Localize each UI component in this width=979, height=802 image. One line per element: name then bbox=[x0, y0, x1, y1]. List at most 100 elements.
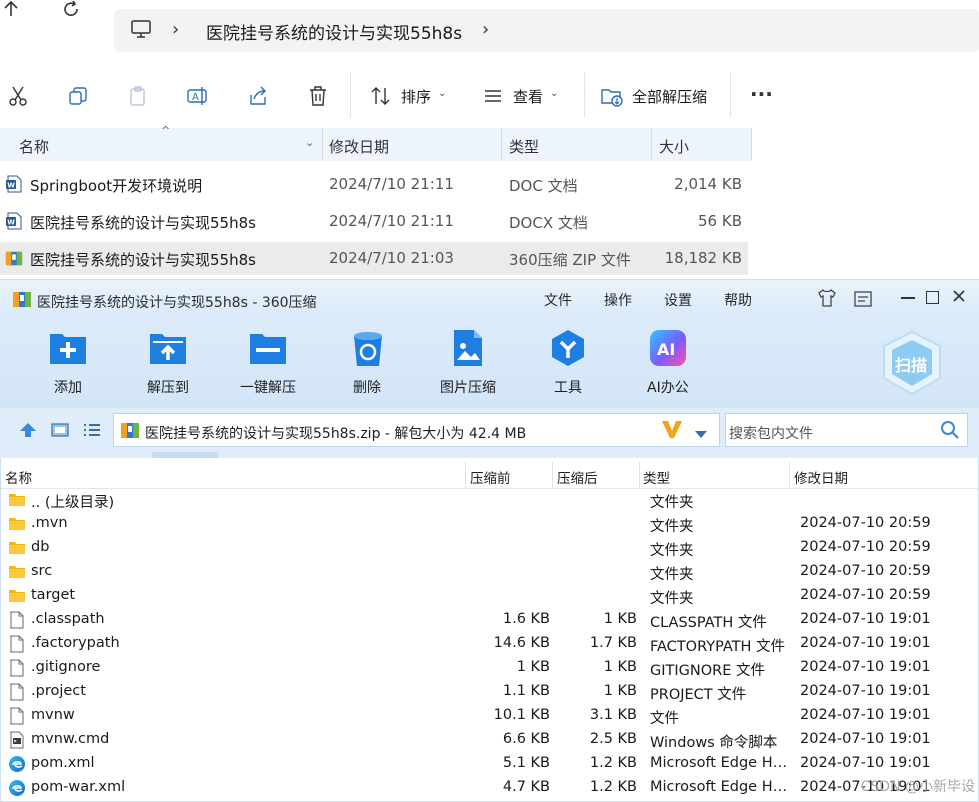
tools-icon[interactable] bbox=[548, 328, 588, 368]
sort-button[interactable]: 排序 bbox=[401, 86, 431, 107]
breadcrumb-expand-chevron-icon[interactable]: › bbox=[482, 19, 489, 40]
archive-path-text: 医院挂号系统的设计与实现55h8s.zip - 解包大小为 42.4 MB bbox=[145, 426, 527, 442]
add-button[interactable]: 添加 bbox=[54, 377, 82, 397]
entry-name: db bbox=[31, 539, 50, 555]
minimize-icon[interactable] bbox=[901, 297, 915, 299]
archive-entry-row[interactable]: target 文件夹 2024-07-10 20:59 bbox=[1, 584, 978, 608]
computer-icon[interactable] bbox=[130, 18, 152, 44]
view-icon[interactable] bbox=[477, 80, 509, 112]
tools-button[interactable]: 工具 bbox=[554, 377, 582, 397]
column-date[interactable]: 修改日期 bbox=[329, 136, 389, 157]
folder-icon bbox=[8, 539, 26, 557]
entry-date: 2024-07-10 19:01 bbox=[800, 635, 931, 651]
column-name[interactable]: 名称 bbox=[19, 136, 49, 157]
file-name: 医院挂号系统的设计与实现55h8s bbox=[30, 214, 256, 232]
view-button[interactable]: 查看 bbox=[513, 86, 543, 107]
archive-entry-row[interactable]: db 文件夹 2024-07-10 20:59 bbox=[1, 536, 978, 560]
archive-entry-row[interactable]: .gitignore 1 KB 1 KB GITIGNORE 文件 2024-07-10… bbox=[1, 656, 978, 680]
entry-date: 2024-07-10 19:01 bbox=[800, 659, 931, 675]
column-size[interactable]: 大小 bbox=[659, 136, 689, 157]
entry-name: target bbox=[31, 587, 76, 603]
menu-help[interactable]: 帮助 bbox=[724, 290, 752, 310]
image-compress-icon[interactable] bbox=[448, 328, 488, 368]
archive-entry-row[interactable]: mvnw 10.1 KB 3.1 KB 文件 2024-07-10 19:01 bbox=[1, 704, 978, 728]
explorer-file-row[interactable]: W 医院挂号系统的设计与实现55h8s 2024/7/10 21:11 DOCX 文档… bbox=[0, 205, 748, 238]
image-compress-button[interactable]: 图片压缩 bbox=[440, 377, 496, 397]
feedback-icon[interactable] bbox=[853, 290, 873, 312]
column-type[interactable]: 类型 bbox=[643, 467, 670, 487]
scan-button[interactable]: 扫描 bbox=[895, 352, 927, 376]
archive-entry-row[interactable]: .factorypath 14.6 KB 1.7 KB FACTORYPATH 文件 2… bbox=[1, 632, 978, 656]
entry-size-after: 1 KB bbox=[603, 611, 637, 627]
extract-all-icon[interactable] bbox=[596, 80, 628, 112]
archive-entry-row[interactable]: pom-war.xml 4.7 KB 1.2 KB Microsoft Edge HT… bbox=[1, 776, 978, 800]
delete-trash-icon[interactable] bbox=[302, 80, 334, 112]
refresh-icon[interactable] bbox=[62, 0, 80, 22]
divider bbox=[350, 72, 351, 118]
entry-type: PROJECT 文件 bbox=[650, 687, 747, 703]
archive-entry-row[interactable]: src 文件夹 2024-07-10 20:59 bbox=[1, 560, 978, 584]
archive-entry-row[interactable]: mvnw.cmd 6.6 KB 2.5 KB Windows 命令脚本 2024-07-… bbox=[1, 728, 978, 752]
path-dropdown-icon[interactable] bbox=[694, 424, 708, 443]
entry-date: 2024-07-10 19:01 bbox=[800, 731, 931, 747]
entry-name: .mvn bbox=[31, 515, 68, 531]
skin-shirt-icon[interactable] bbox=[817, 288, 837, 312]
menu-file[interactable]: 文件 bbox=[544, 290, 572, 310]
column-divider bbox=[322, 128, 323, 161]
ai-office-icon[interactable]: AI bbox=[648, 328, 688, 368]
list-view-icon[interactable] bbox=[82, 421, 102, 443]
paste-icon[interactable] bbox=[122, 80, 154, 112]
archive-entry-row[interactable]: pom.xml 5.1 KB 1.2 KB Microsoft Edge HT... 2… bbox=[1, 752, 978, 776]
extract-to-icon[interactable] bbox=[148, 328, 188, 368]
menu-operation[interactable]: 操作 bbox=[604, 290, 632, 310]
one-click-extract-button[interactable]: 一键解压 bbox=[240, 377, 296, 397]
column-divider bbox=[552, 462, 553, 488]
close-icon[interactable] bbox=[951, 288, 967, 308]
go-up-icon[interactable] bbox=[18, 421, 38, 443]
share-icon[interactable] bbox=[242, 80, 274, 112]
delete-icon[interactable] bbox=[348, 328, 388, 368]
folder-icon bbox=[8, 587, 26, 605]
add-icon[interactable] bbox=[48, 328, 88, 368]
up-arrow-icon[interactable] bbox=[2, 0, 20, 22]
extract-to-button[interactable]: 解压到 bbox=[147, 377, 189, 397]
explorer-file-row[interactable]: W Springboot开发环境说明 2024/7/10 21:11 DOC 文档 2,… bbox=[0, 168, 748, 201]
more-options-button[interactable]: ··· bbox=[750, 82, 773, 106]
column-filter-chevron-icon[interactable]: ⌄ bbox=[305, 136, 314, 149]
column-size-before[interactable]: 压缩前 bbox=[470, 467, 511, 487]
column-name[interactable]: 名称 bbox=[5, 467, 32, 487]
entry-size-before: 5.1 KB bbox=[502, 755, 550, 771]
extract-all-button[interactable]: 全部解压缩 bbox=[632, 86, 707, 107]
v-logo-icon[interactable] bbox=[660, 418, 684, 444]
delete-button[interactable]: 删除 bbox=[353, 377, 381, 397]
rename-icon[interactable]: A bbox=[182, 80, 214, 112]
entry-name: .project bbox=[31, 683, 86, 699]
cut-icon[interactable] bbox=[2, 80, 34, 112]
archive-entry-row[interactable]: .project 1.1 KB 1 KB PROJECT 文件 2024-07-10 1… bbox=[1, 680, 978, 704]
entry-size-before: 6.6 KB bbox=[502, 731, 550, 747]
divider bbox=[584, 72, 585, 118]
thumbnail-view-icon[interactable] bbox=[50, 421, 70, 443]
archive-entry-row[interactable]: .. (上级目录) 文件夹 bbox=[1, 488, 978, 512]
view-dropdown-icon[interactable]: ⌄ bbox=[550, 88, 558, 99]
breadcrumb-current-folder[interactable]: 医院挂号系统的设计与实现55h8s bbox=[206, 19, 462, 44]
svg-text:AI: AI bbox=[657, 340, 675, 359]
file-size: 18,182 KB bbox=[664, 249, 742, 267]
maximize-icon[interactable] bbox=[926, 291, 939, 304]
path-scroll-thumb[interactable] bbox=[152, 452, 218, 458]
column-type[interactable]: 类型 bbox=[509, 136, 539, 157]
sort-dropdown-icon[interactable]: ⌄ bbox=[438, 88, 446, 99]
column-size-after[interactable]: 压缩后 bbox=[557, 467, 598, 487]
ai-office-button[interactable]: AI办公 bbox=[647, 377, 689, 397]
one-click-extract-icon[interactable] bbox=[248, 328, 288, 368]
menu-settings[interactable]: 设置 bbox=[664, 290, 692, 310]
archive-entry-row[interactable]: .classpath 1.6 KB 1 KB CLASSPATH 文件 2024-07-… bbox=[1, 608, 978, 632]
column-date[interactable]: 修改日期 bbox=[794, 467, 848, 487]
entry-size-before: 14.6 KB bbox=[493, 635, 550, 651]
sort-icon[interactable] bbox=[365, 80, 397, 112]
explorer-file-row[interactable]: 医院挂号系统的设计与实现55h8s 2024/7/10 21:03 360压缩 ZI… bbox=[0, 242, 748, 275]
copy-icon[interactable] bbox=[62, 80, 94, 112]
archive-entry-row[interactable]: .mvn 文件夹 2024-07-10 20:59 bbox=[1, 512, 978, 536]
search-icon[interactable] bbox=[940, 420, 960, 444]
entry-size-before: 10.1 KB bbox=[493, 707, 550, 723]
